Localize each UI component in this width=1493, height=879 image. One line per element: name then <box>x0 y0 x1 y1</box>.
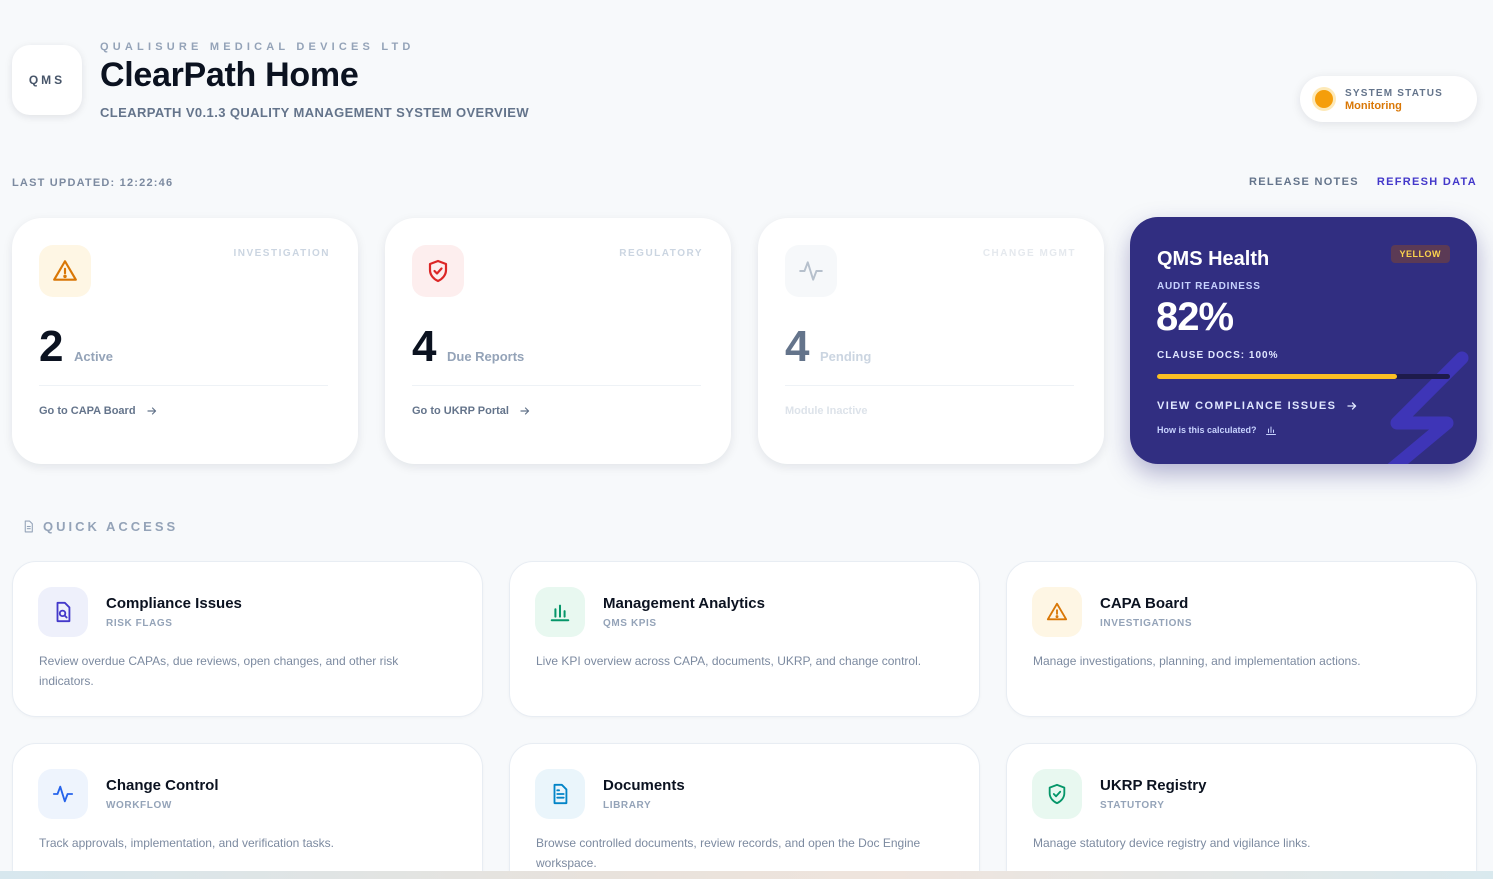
status-indicator-dot <box>1315 90 1333 108</box>
qa-card-title: Change Control <box>106 777 219 794</box>
stat-card-change-mgmt: CHANGE MGMT 4 Pending Module Inactive <box>758 218 1104 464</box>
card-link-label: Module Inactive <box>785 405 868 417</box>
system-status-pill[interactable]: SYSTEM STATUS Monitoring <box>1300 76 1477 122</box>
activity-icon <box>785 245 837 297</box>
qa-card-title: UKRP Registry <box>1100 777 1207 794</box>
stat-label: Pending <box>820 349 872 364</box>
quick-access-change-control[interactable]: Change Control WORKFLOW Track approvals,… <box>12 743 483 879</box>
qa-card-title: Management Analytics <box>603 595 765 612</box>
document-icon <box>535 769 585 819</box>
clause-docs-text: CLAUSE DOCS: 100% <box>1157 350 1279 361</box>
stat-label: Due Reports <box>447 349 525 364</box>
shield-check-icon <box>1032 769 1082 819</box>
qa-card-subtitle: INVESTIGATIONS <box>1100 618 1193 629</box>
release-notes-link[interactable]: RELEASE NOTES <box>1249 176 1359 188</box>
module-inactive-text: Module Inactive <box>785 405 868 417</box>
page-subtitle: CLEARPATH V0.1.3 QUALITY MANAGEMENT SYST… <box>100 105 529 120</box>
arrow-right-icon <box>520 407 530 415</box>
window-bottom-edge <box>0 871 1493 879</box>
activity-icon <box>38 769 88 819</box>
document-icon <box>24 520 33 533</box>
stat-value: 4 <box>412 322 437 371</box>
stat-card-regulatory: REGULATORY 4 Due Reports Go to UKRP Port… <box>385 218 731 464</box>
quick-access-header: QUICK ACCESS <box>22 519 178 534</box>
quick-access-management-analytics[interactable]: Management Analytics QMS KPIS Live KPI o… <box>509 561 980 717</box>
bar-chart-icon <box>1265 426 1276 435</box>
warning-icon <box>1032 587 1082 637</box>
card-divider <box>785 385 1074 386</box>
help-label: How is this calculated? <box>1157 425 1257 435</box>
qa-card-subtitle: LIBRARY <box>603 800 652 811</box>
stat-value: 4 <box>785 322 810 371</box>
quick-access-documents[interactable]: Documents LIBRARY Browse controlled docu… <box>509 743 980 879</box>
qa-card-description: Browse controlled documents, review reco… <box>536 836 921 870</box>
view-compliance-issues-link[interactable]: VIEW COMPLIANCE ISSUES <box>1157 400 1358 412</box>
qms-health-card: QMS Health YELLOW AUDIT READINESS 82% CL… <box>1130 217 1477 464</box>
quick-access-ukrp-registry[interactable]: UKRP Registry STATUTORY Manage statutory… <box>1006 743 1477 879</box>
arrow-right-icon <box>1347 402 1357 410</box>
stat-label: Active <box>74 349 114 364</box>
header-actions: RELEASE NOTES REFRESH DATA <box>1249 176 1477 188</box>
stat-tag: REGULATORY <box>619 248 703 259</box>
stat-value: 2 <box>39 322 64 371</box>
qa-card-description: Track approvals, implementation, and ver… <box>39 836 335 850</box>
qa-card-title: CAPA Board <box>1100 595 1189 612</box>
readiness-progress-fill <box>1157 374 1398 379</box>
arrow-right-icon <box>146 407 156 415</box>
qa-card-subtitle: QMS KPIS <box>603 618 657 629</box>
shield-icon <box>412 245 464 297</box>
stat-card-investigation: INVESTIGATION 2 Active Go to CAPA Board <box>12 218 358 464</box>
health-status-badge: YELLOW <box>1390 245 1450 263</box>
go-to-ukrp-portal-link[interactable]: Go to UKRP Portal <box>412 405 531 417</box>
health-title: QMS Health <box>1157 248 1270 270</box>
refresh-data-button[interactable]: REFRESH DATA <box>1377 176 1477 188</box>
card-link-label: Go to CAPA Board <box>39 405 136 417</box>
qa-card-description: Manage statutory device registry and vig… <box>1033 836 1311 850</box>
qa-card-subtitle: STATUTORY <box>1100 800 1165 811</box>
bolt-icon <box>1387 351 1469 464</box>
document-search-icon <box>38 587 88 637</box>
card-link-label: Go to UKRP Portal <box>412 405 509 417</box>
system-status-label: SYSTEM STATUS <box>1345 88 1444 99</box>
quick-access-compliance-issues[interactable]: Compliance Issues RISK FLAGS Review over… <box>12 561 483 717</box>
qa-card-description: Review overdue CAPAs, due reviews, open … <box>39 654 399 688</box>
bar-chart-icon <box>535 587 585 637</box>
stat-tag: CHANGE MGMT <box>982 248 1076 259</box>
warning-icon <box>39 245 91 297</box>
company-name: QUALISURE MEDICAL DEVICES LTD <box>100 41 415 53</box>
qa-card-description: Live KPI overview across CAPA, documents… <box>536 654 922 668</box>
qa-card-description: Manage investigations, planning, and imp… <box>1033 654 1361 668</box>
go-to-capa-board-link[interactable]: Go to CAPA Board <box>39 405 158 417</box>
page-title: ClearPath Home <box>100 56 359 94</box>
qa-card-subtitle: RISK FLAGS <box>106 618 173 629</box>
quick-access-title: QUICK ACCESS <box>43 519 179 534</box>
quick-access-capa-board[interactable]: CAPA Board INVESTIGATIONS Manage investi… <box>1006 561 1477 717</box>
card-divider <box>39 385 328 386</box>
audit-readiness-percent: 82% <box>1156 295 1234 339</box>
card-divider <box>412 385 701 386</box>
qa-card-title: Documents <box>603 777 685 794</box>
qa-card-title: Compliance Issues <box>106 595 242 612</box>
health-link-label: VIEW COMPLIANCE ISSUES <box>1157 400 1337 412</box>
audit-readiness-label: AUDIT READINESS <box>1157 281 1261 292</box>
readiness-progress-bar <box>1157 374 1450 379</box>
stat-tag: INVESTIGATION <box>233 248 330 259</box>
last-updated-text: LAST UPDATED: 12:22:46 <box>12 177 174 189</box>
qa-card-subtitle: WORKFLOW <box>106 800 172 811</box>
how-calculated-link[interactable]: How is this calculated? <box>1157 424 1277 436</box>
system-status-value: Monitoring <box>1345 100 1402 112</box>
app-logo[interactable]: QMS <box>12 45 82 115</box>
